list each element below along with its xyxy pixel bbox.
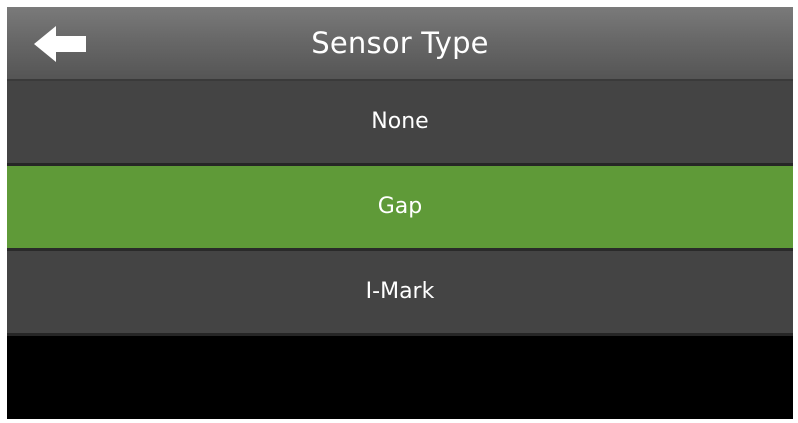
option-i-mark[interactable]: I-Mark: [7, 251, 793, 336]
header-bar: Sensor Type: [7, 7, 793, 81]
option-label: None: [371, 109, 429, 134]
sensor-type-list: None Gap I-Mark: [7, 81, 793, 336]
option-none[interactable]: None: [7, 81, 793, 166]
left-arrow-icon: [34, 26, 86, 62]
page-title: Sensor Type: [311, 26, 489, 60]
back-button[interactable]: [25, 21, 95, 67]
option-label: I-Mark: [365, 279, 435, 304]
option-label: Gap: [377, 194, 423, 219]
sensor-type-screen: Sensor Type None Gap I-Mark: [7, 7, 793, 419]
option-gap[interactable]: Gap: [7, 166, 793, 251]
